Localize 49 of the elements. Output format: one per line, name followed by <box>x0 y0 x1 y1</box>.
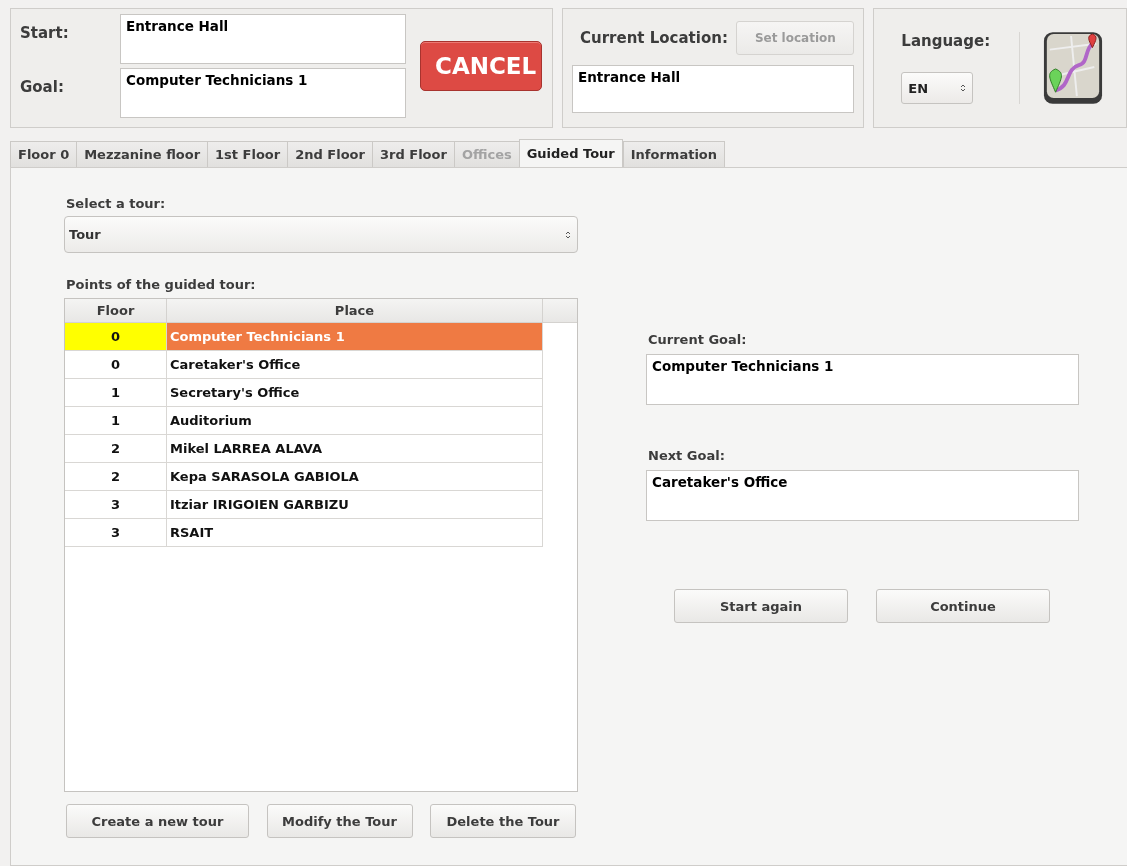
current-goal-label: Current Goal: <box>647 332 748 347</box>
table-cell[interactable]: 2 <box>65 435 167 463</box>
cancel-button[interactable]: CANCEL <box>420 41 542 91</box>
table-cell[interactable]: 3 <box>65 519 167 547</box>
column-header[interactable]: Floor <box>65 299 167 323</box>
tour-action-button[interactable]: Modify the Tour <box>266 804 413 838</box>
table-cell[interactable]: 0 <box>65 323 167 351</box>
spinner-arrows-icon <box>960 83 967 93</box>
table-cell[interactable]: Kepa SARASOLA GABIOLA <box>167 463 543 491</box>
table-cell[interactable]: 0 <box>65 351 167 379</box>
table-cell[interactable]: 3 <box>65 491 167 519</box>
tour-dropdown[interactable]: Tour <box>64 216 578 253</box>
tab[interactable]: Floor 0 <box>10 141 77 167</box>
table-cell[interactable]: Secretary's Office <box>167 379 543 407</box>
table-cell[interactable]: 1 <box>65 407 167 435</box>
tab[interactable]: Mezzanine floor <box>76 141 208 167</box>
table-cell[interactable]: Caretaker's Office <box>167 351 543 379</box>
goal-label: Goal: <box>20 77 65 96</box>
select-tour-label: Select a tour: <box>65 196 167 211</box>
current-location-field[interactable]: Entrance Hall <box>572 65 855 113</box>
tour-action-button[interactable]: Delete the Tour <box>430 804 576 838</box>
current-location-label: Current Location: <box>580 29 728 47</box>
navigation-button[interactable]: Continue <box>876 589 1050 623</box>
tab[interactable]: 1st Floor <box>207 141 288 167</box>
spinner-arrows-icon <box>565 229 571 240</box>
start-label: Start: <box>20 23 70 42</box>
table-cell[interactable]: Itziar IRIGOIEN GARBIZU <box>167 491 543 519</box>
goal-field[interactable]: Computer Technicians 1 <box>120 68 406 118</box>
next-goal-field[interactable]: Caretaker's Office <box>646 470 1079 521</box>
column-header[interactable]: Place <box>167 299 543 323</box>
table-cell[interactable]: 1 <box>65 379 167 407</box>
tab[interactable]: 2nd Floor <box>287 141 372 167</box>
language-label: Language: <box>901 32 992 50</box>
tab[interactable]: Guided Tour <box>518 139 623 167</box>
header-filler <box>543 299 577 323</box>
table-cell[interactable]: Auditorium <box>167 407 543 435</box>
table-cell[interactable]: 2 <box>65 463 167 491</box>
tour-points-label: Points of the guided tour: <box>65 277 257 292</box>
current-goal-field[interactable]: Computer Technicians 1 <box>646 354 1079 405</box>
next-goal-label: Next Goal: <box>647 448 726 463</box>
tour-action-button[interactable]: Create a new tour <box>66 804 249 838</box>
language-dropdown[interactable]: EN <box>901 72 974 104</box>
table-cell[interactable]: RSAIT <box>167 519 543 547</box>
tab[interactable]: Information <box>622 141 726 167</box>
navigation-button[interactable]: Start again <box>674 589 848 623</box>
map-icon[interactable] <box>1042 29 1105 107</box>
tab[interactable]: 3rd Floor <box>371 141 454 167</box>
table-cell[interactable]: Mikel LARREA ALAVA <box>167 435 543 463</box>
start-field[interactable]: Entrance Hall <box>120 14 406 64</box>
